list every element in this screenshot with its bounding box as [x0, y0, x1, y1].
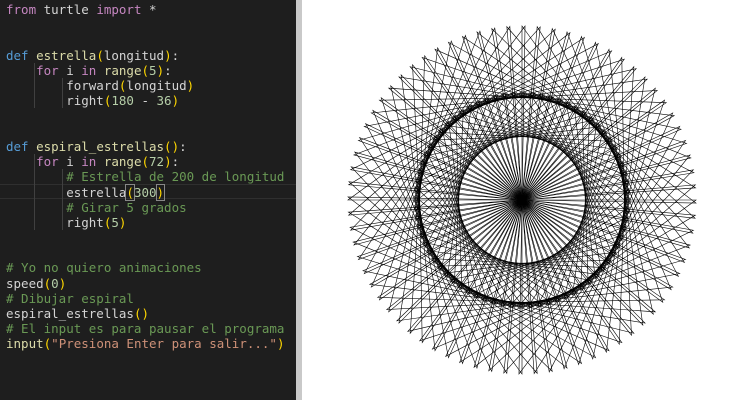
code-token: range	[103, 154, 142, 169]
code-token: espiral_estrellas	[6, 306, 134, 321]
code-token: i	[58, 154, 82, 169]
code-token: # Estrella de 200 de longitud	[66, 169, 285, 185]
code-token: 72	[149, 154, 165, 169]
code-token: def	[6, 138, 29, 154]
code-token: longitud	[126, 78, 187, 93]
turtle-canvas-pane	[302, 0, 735, 400]
code-line[interactable]: # Yo no quiero animaciones	[6, 260, 202, 275]
code-line[interactable]: def espiral_estrellas():	[6, 139, 187, 154]
code-token: i	[58, 62, 82, 78]
code-line[interactable]: # Estrella de 200 de longitud	[6, 169, 284, 184]
code-token: # El input es para pausar el programa	[6, 321, 285, 337]
code-line[interactable]: from turtle import *	[6, 2, 157, 17]
code-token: for	[36, 62, 59, 78]
code-token: speed	[6, 275, 44, 291]
indent-guide	[62, 78, 63, 109]
code-token: for	[36, 154, 59, 169]
code-token: )	[156, 62, 165, 78]
code-token: right	[6, 93, 104, 109]
code-token: right	[6, 214, 104, 230]
code-token: (	[141, 154, 150, 169]
code-token: )	[276, 336, 285, 352]
code-token: :	[171, 154, 180, 169]
indent-guide	[62, 169, 63, 230]
code-token: 5	[111, 214, 119, 230]
code-token: 300	[133, 185, 157, 201]
code-token: )	[118, 214, 127, 230]
code-editor[interactable]: from turtle import * def estrella(longitu…	[0, 0, 296, 400]
code-token: )	[171, 138, 180, 154]
code-token: )	[141, 306, 149, 321]
code-token: 36	[156, 93, 172, 109]
code-token: )	[164, 154, 172, 169]
code-token: # Girar 5 grados	[66, 199, 187, 215]
code-line[interactable]: estrella(300)	[0, 184, 296, 202]
code-line[interactable]: # Dibujar espiral	[6, 291, 134, 306]
code-token: (	[164, 138, 172, 154]
code-token: )	[164, 47, 172, 63]
code-token: in	[81, 154, 97, 169]
code-token: :	[164, 62, 172, 78]
code-token: longitud	[103, 47, 165, 63]
code-line[interactable]: right(180 - 36)	[6, 93, 179, 108]
code-token: *	[141, 2, 157, 17]
code-token: )	[58, 275, 67, 291]
code-token: -	[133, 93, 157, 109]
code-line[interactable]: def estrella(longitud):	[6, 48, 179, 63]
turtle-drawing	[347, 25, 697, 375]
code-line[interactable]: espiral_estrellas()	[6, 306, 149, 321]
code-token: in	[81, 62, 97, 78]
code-token: 180	[111, 93, 134, 109]
code-token: estrella	[6, 185, 127, 201]
code-token: (	[141, 62, 150, 78]
code-line[interactable]: # El input es para pausar el programa	[6, 321, 284, 336]
code-token: )	[186, 78, 195, 93]
code-token: 5	[149, 62, 157, 78]
indent-guide	[34, 154, 35, 230]
code-token: # Dibujar espiral	[6, 290, 134, 306]
code-line[interactable]: for i in range(5):	[6, 63, 172, 78]
code-token: "Presiona Enter para salir..."	[51, 336, 277, 352]
code-token: :	[171, 47, 180, 63]
code-token: turtle	[36, 2, 97, 17]
code-line[interactable]: right(5)	[6, 215, 126, 230]
code-token: )	[171, 93, 180, 109]
code-token: 0	[51, 275, 59, 291]
code-token: :	[179, 138, 187, 154]
code-token: from	[6, 2, 37, 17]
code-line[interactable]: speed(0)	[6, 276, 66, 291]
code-token: # Yo no quiero animaciones	[6, 260, 202, 276]
indent-guide	[34, 62, 35, 109]
code-line[interactable]: for i in range(72):	[6, 154, 179, 169]
code-token: espiral_estrellas	[36, 138, 165, 154]
code-token: (	[96, 47, 104, 63]
code-token: (	[125, 184, 135, 202]
code-token: input	[6, 336, 44, 352]
code-token: range	[103, 62, 142, 78]
code-token: estrella	[36, 47, 97, 63]
code-token: )	[155, 184, 166, 202]
code-line[interactable]: input("Presiona Enter para salir...")	[6, 336, 284, 351]
code-token: def	[6, 47, 29, 63]
code-token: import	[96, 2, 142, 17]
